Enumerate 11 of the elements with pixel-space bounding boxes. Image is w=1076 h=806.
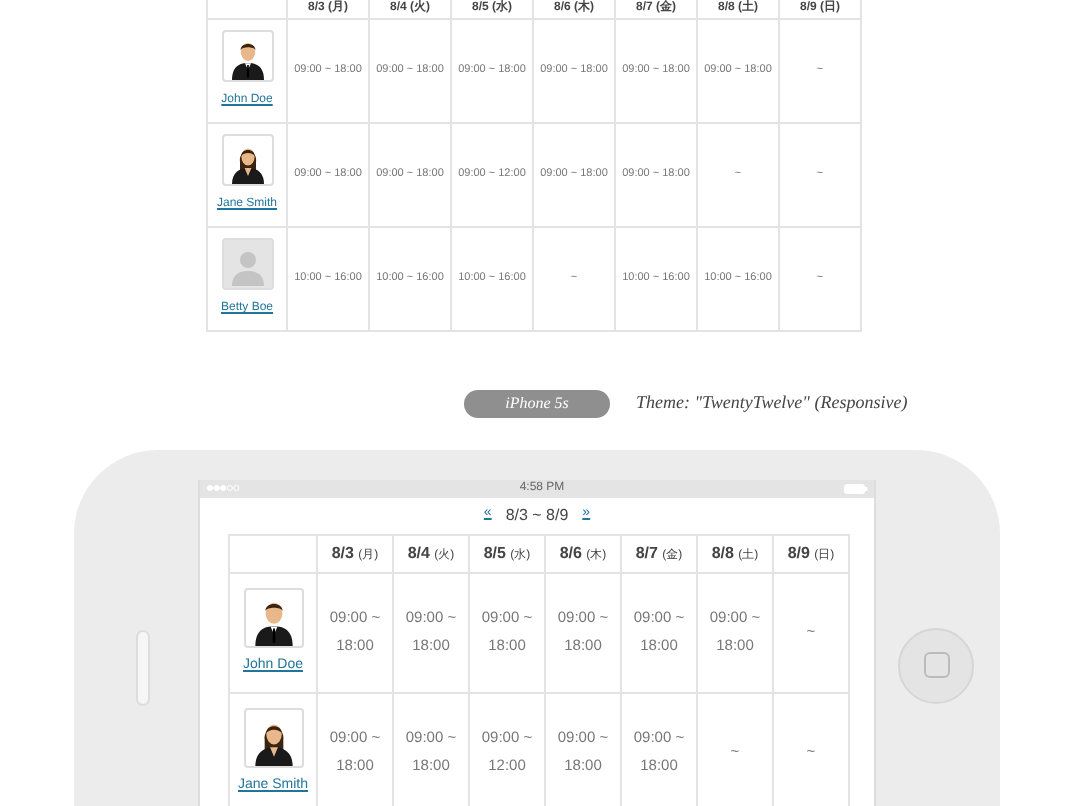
speaker-slot — [136, 629, 150, 705]
woman-avatar-icon — [243, 707, 303, 768]
theme-label: Theme: "TwentyTwelve" (Responsive) — [636, 389, 908, 416]
woman-avatar-icon — [221, 134, 273, 186]
man-avatar-icon — [243, 587, 303, 648]
person-placeholder-icon — [221, 238, 273, 290]
week-range: 8/3 ~ 8/9 — [505, 503, 569, 527]
device-pill: iPhone 5s — [464, 389, 610, 417]
home-button[interactable] — [898, 627, 974, 703]
battery-icon — [843, 483, 868, 493]
man-avatar-icon — [221, 30, 273, 82]
